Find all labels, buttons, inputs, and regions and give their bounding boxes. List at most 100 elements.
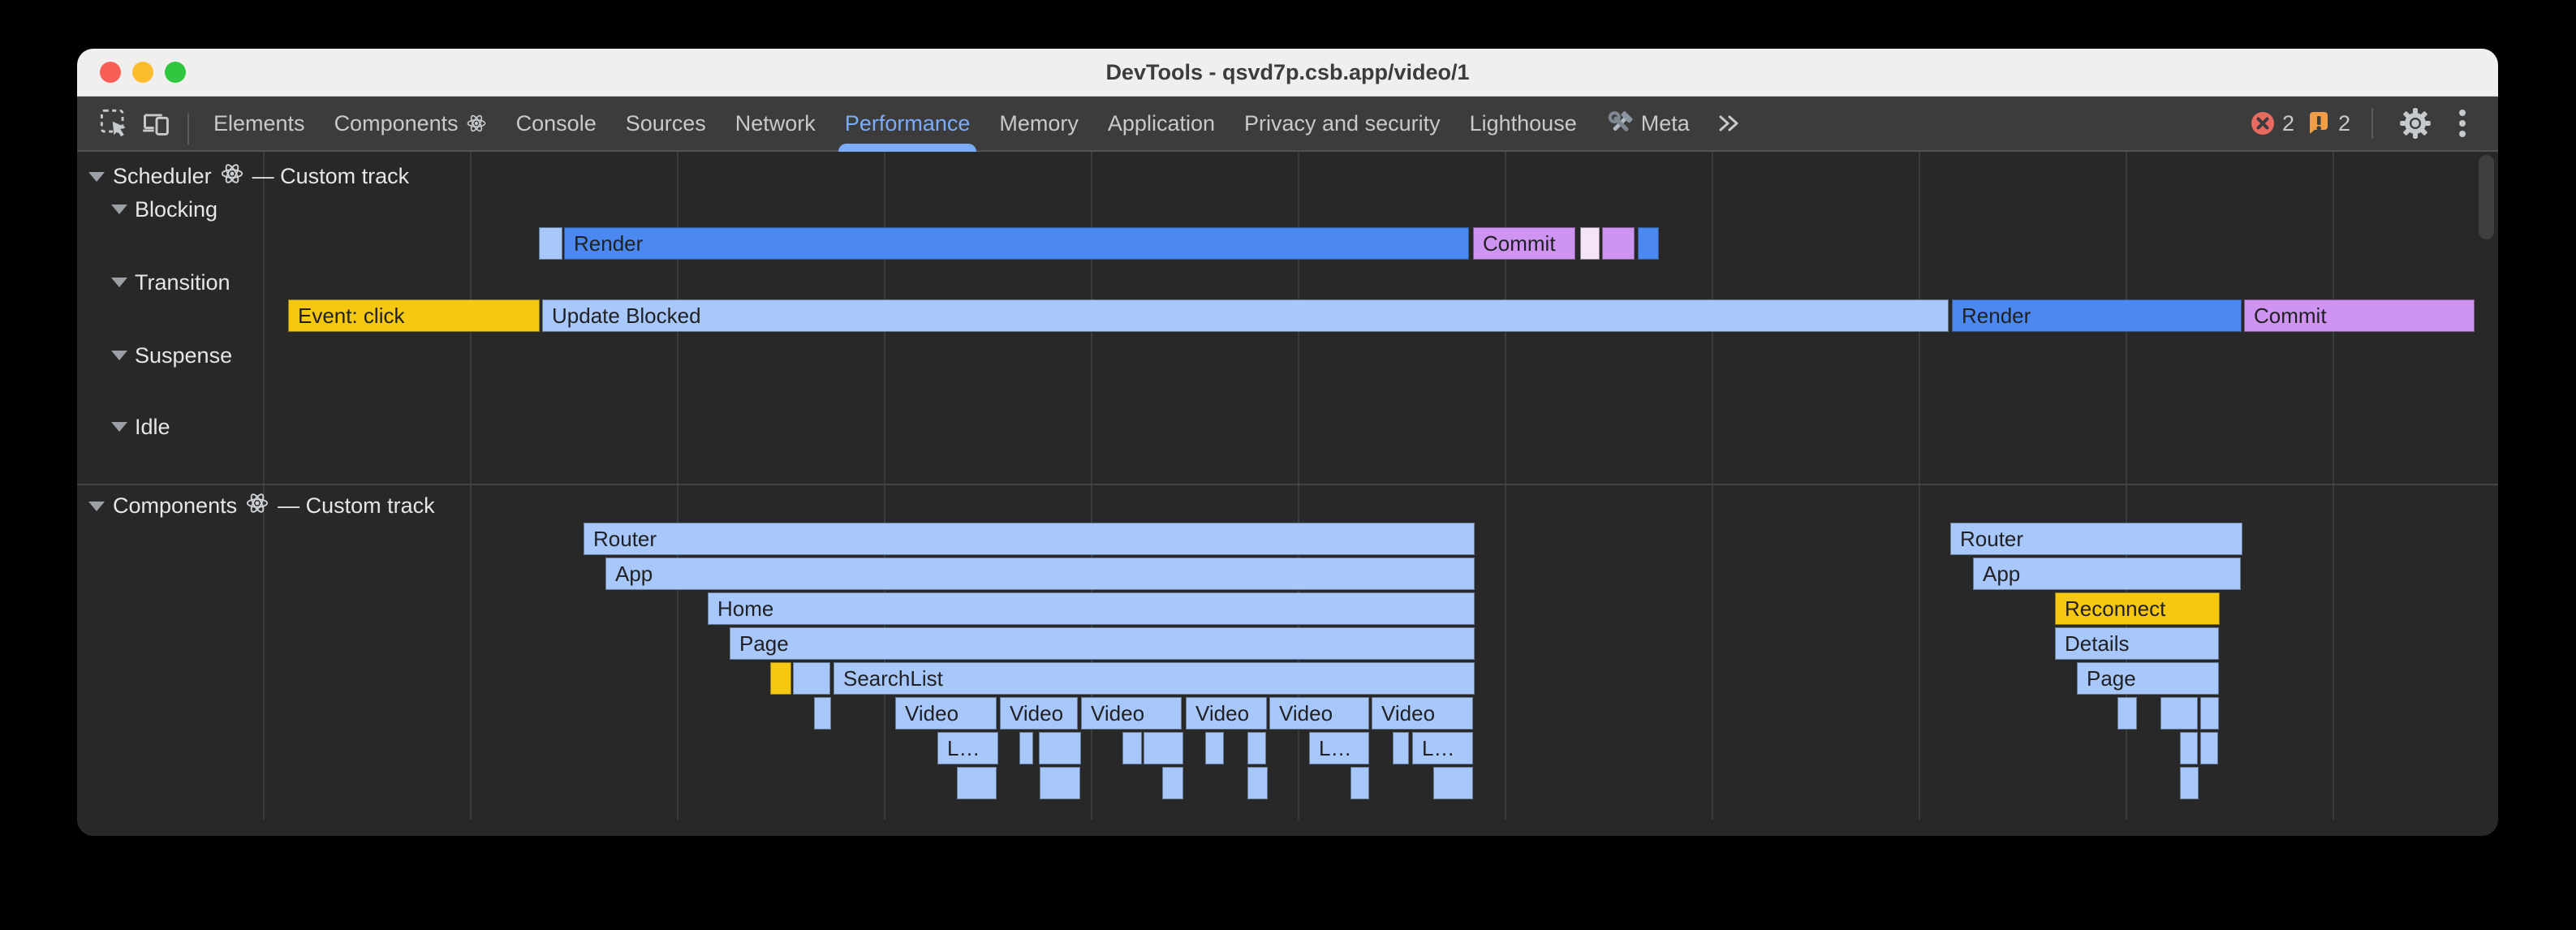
tab-label: Meta xyxy=(1641,111,1690,136)
tab-application[interactable]: Application xyxy=(1093,97,1230,150)
flame-bar-components[interactable] xyxy=(1393,732,1409,764)
devtools-window: DevTools - qsvd7p.csb.app/video/1 Elemen… xyxy=(77,49,2498,836)
collapse-triangle-icon xyxy=(111,278,127,287)
flame-bar-components[interactable] xyxy=(770,662,791,695)
tab-label: Performance xyxy=(845,111,971,136)
flame-bar-l[interactable]: L… xyxy=(937,732,998,764)
tab-label: Components xyxy=(334,111,459,136)
time-gridline xyxy=(263,152,265,820)
flame-bar-app[interactable]: App xyxy=(1973,558,2241,590)
flame-bar-components[interactable] xyxy=(2200,697,2219,730)
lane-blocking[interactable]: Blocking xyxy=(111,196,218,223)
flame-bar-video[interactable]: Video xyxy=(1000,697,1078,730)
performance-flame-chart[interactable]: Scheduler — Custom track Blocking Transi… xyxy=(77,152,2498,836)
track-divider xyxy=(77,484,2498,485)
flame-bar-components[interactable] xyxy=(1247,732,1266,764)
toolbar-divider xyxy=(187,114,189,144)
tab-elements[interactable]: Elements xyxy=(199,97,320,150)
device-toolbar-icon[interactable] xyxy=(136,102,178,144)
flame-bar-l[interactable]: L… xyxy=(1309,732,1369,764)
flame-bar-components[interactable] xyxy=(1144,732,1183,764)
flame-bar-render[interactable]: Render xyxy=(564,227,1469,260)
flame-bar-components[interactable] xyxy=(2117,697,2137,730)
toolbar-left xyxy=(77,97,199,150)
flame-bar-video[interactable]: Video xyxy=(895,697,997,730)
flame-bar-components[interactable] xyxy=(1039,732,1081,764)
react-atom-icon xyxy=(245,491,269,521)
tab-meta[interactable]: Meta xyxy=(1592,97,1704,150)
time-gridline xyxy=(1919,152,1920,820)
flame-bar-components[interactable] xyxy=(2200,732,2218,764)
react-atom-icon xyxy=(220,161,244,192)
tab-network[interactable]: Network xyxy=(721,97,830,150)
flame-bar-components[interactable] xyxy=(2160,697,2198,730)
collapse-triangle-icon xyxy=(111,351,127,360)
tab-console[interactable]: Console xyxy=(502,97,611,150)
tab-lighthouse[interactable]: Lighthouse xyxy=(1455,97,1592,150)
flame-bar-scheduler[interactable] xyxy=(539,227,562,260)
tab-memory[interactable]: Memory xyxy=(984,97,1093,150)
tab-label: Console xyxy=(516,111,597,136)
flame-bar-event-click[interactable]: Event: click xyxy=(288,299,540,332)
tab-performance[interactable]: Performance xyxy=(830,97,985,150)
flame-bar-components[interactable] xyxy=(1433,767,1473,799)
components-track-header[interactable]: Components — Custom track xyxy=(88,491,435,521)
flame-bar-components[interactable] xyxy=(1019,732,1033,764)
flame-bar-update-blocked[interactable]: Update Blocked xyxy=(542,299,1949,332)
inspect-icon[interactable] xyxy=(93,102,136,144)
flame-bar-render[interactable]: Render xyxy=(1952,299,2242,332)
flame-bar-details[interactable]: Details xyxy=(2055,627,2219,660)
flame-bar-page[interactable]: Page xyxy=(2077,662,2219,695)
flame-bar-l[interactable]: L… xyxy=(1412,732,1473,764)
collapse-triangle-icon xyxy=(111,205,127,214)
flame-bar-video[interactable]: Video xyxy=(1186,697,1267,730)
kebab-menu-icon[interactable] xyxy=(2448,102,2477,144)
gear-icon[interactable] xyxy=(2394,102,2436,144)
flame-bar-home[interactable]: Home xyxy=(708,592,1475,625)
flame-bar-router[interactable]: Router xyxy=(1950,523,2242,555)
flame-bar-commit[interactable]: Commit xyxy=(1473,227,1575,260)
flame-bar-scheduler[interactable] xyxy=(1602,227,1635,260)
lane-transition[interactable]: Transition xyxy=(111,269,230,296)
tab-privacy-and-security[interactable]: Privacy and security xyxy=(1230,97,1455,150)
flame-bar-app[interactable]: App xyxy=(605,558,1475,590)
flame-bar-video[interactable]: Video xyxy=(1269,697,1369,730)
flame-bar-reconnect[interactable]: Reconnect xyxy=(2055,592,2220,625)
flame-bar-video[interactable]: Video xyxy=(1081,697,1182,730)
lane-suspense[interactable]: Suspense xyxy=(111,342,232,369)
tab-label: Privacy and security xyxy=(1244,111,1441,136)
flame-bar-components[interactable] xyxy=(793,662,830,695)
tab-components[interactable]: Components xyxy=(320,97,502,150)
error-badge[interactable]: 2 xyxy=(2250,110,2294,136)
flame-bar-components[interactable] xyxy=(1247,767,1268,799)
warning-badge[interactable]: 2 xyxy=(2306,110,2350,136)
flame-bar-components[interactable] xyxy=(1040,767,1080,799)
flame-bar-components[interactable] xyxy=(1122,732,1142,764)
flame-bar-scheduler[interactable] xyxy=(1580,227,1600,260)
chevron-double-right-icon[interactable] xyxy=(1704,97,1751,150)
flame-bar-searchlist[interactable]: SearchList xyxy=(834,662,1475,695)
track-suffix: — Custom track xyxy=(278,493,435,519)
track-suffix: — Custom track xyxy=(252,164,410,189)
flame-bar-components[interactable] xyxy=(814,697,831,730)
tools-icon xyxy=(1606,110,1634,137)
flame-bar-router[interactable]: Router xyxy=(584,523,1475,555)
flame-bar-video[interactable]: Video xyxy=(1372,697,1473,730)
tab-label: Sources xyxy=(626,111,706,136)
flame-bar-scheduler[interactable] xyxy=(1638,227,1659,260)
lane-label: Idle xyxy=(135,415,170,440)
scheduler-track-header[interactable]: Scheduler — Custom track xyxy=(88,161,409,192)
tab-label: Network xyxy=(735,111,816,136)
flame-bar-page[interactable]: Page xyxy=(730,627,1475,660)
vertical-scrollbar-thumb[interactable] xyxy=(2479,155,2494,239)
time-gridline xyxy=(1712,152,1713,820)
flame-bar-components[interactable] xyxy=(2180,767,2199,799)
flame-bar-components[interactable] xyxy=(1350,767,1369,799)
tab-sources[interactable]: Sources xyxy=(611,97,721,150)
flame-bar-components[interactable] xyxy=(957,767,997,799)
flame-bar-components[interactable] xyxy=(1205,732,1224,764)
flame-bar-components[interactable] xyxy=(2180,732,2198,764)
flame-bar-components[interactable] xyxy=(1162,767,1183,799)
flame-bar-commit[interactable]: Commit xyxy=(2244,299,2475,332)
lane-idle[interactable]: Idle xyxy=(111,413,170,441)
